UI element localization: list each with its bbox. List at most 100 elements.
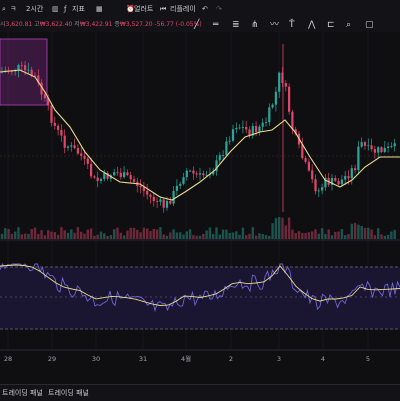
candle-body xyxy=(83,155,86,159)
volume-bar xyxy=(103,233,106,239)
volume-bar xyxy=(373,235,377,239)
brush-icon[interactable]: 〰 xyxy=(270,20,279,29)
volume-bar xyxy=(10,233,14,239)
volume-bar xyxy=(53,232,56,239)
volume-bar xyxy=(254,235,258,239)
volume-bar xyxy=(93,235,96,239)
volume-bar xyxy=(363,227,367,239)
candle-body xyxy=(53,122,56,126)
candle-body xyxy=(255,126,258,132)
volume-bar xyxy=(63,230,66,239)
volume-bar xyxy=(119,232,122,239)
volume-bar xyxy=(40,230,43,239)
volume-bar xyxy=(231,232,235,239)
indicators-icon[interactable]: ƒ xyxy=(64,3,66,15)
undo-icon[interactable]: ↶ xyxy=(202,3,208,15)
candle-body xyxy=(321,187,324,191)
timeframe-button[interactable]: 2시간 xyxy=(26,3,43,15)
candle-body xyxy=(288,86,291,112)
candle-body xyxy=(113,172,116,176)
candle-body xyxy=(73,145,76,149)
text-icon[interactable]: Ť xyxy=(288,19,295,29)
candle-body xyxy=(274,91,277,105)
pattern-icon[interactable]: ⋀ xyxy=(307,20,316,29)
candle-body xyxy=(284,82,287,87)
alert-button[interactable]: 얼러트 xyxy=(134,3,153,15)
volume-bar xyxy=(86,229,89,239)
candle-body xyxy=(86,158,89,164)
candle-body xyxy=(142,187,145,191)
replay-button[interactable]: 리플레이 xyxy=(170,3,196,15)
candle-body xyxy=(50,105,53,123)
zoom-icon[interactable]: ⌕ xyxy=(346,20,351,29)
fib-icon[interactable]: ≣ xyxy=(232,20,240,29)
horizontal-line-icon[interactable]: ═ xyxy=(212,20,219,29)
candle-body xyxy=(228,140,231,142)
volume-bar xyxy=(129,227,132,239)
candle-body xyxy=(70,145,73,147)
time-axis-label: 2 xyxy=(229,355,233,363)
candle-body xyxy=(317,190,320,192)
volume-bar xyxy=(264,235,268,239)
more-icon[interactable]: ▢ xyxy=(365,20,374,29)
volume-bar xyxy=(165,235,169,239)
candle-body xyxy=(337,180,340,185)
volume-bar xyxy=(182,234,185,239)
volume-bar xyxy=(73,232,76,239)
volume-bar xyxy=(268,235,271,239)
chart-type-icon[interactable]: ▥ xyxy=(52,3,59,15)
volume-bar xyxy=(109,235,113,239)
volume-bar xyxy=(132,227,136,239)
time-axis-label: 4월 xyxy=(181,354,191,363)
volume-bar xyxy=(281,217,284,239)
candle-body xyxy=(354,168,357,171)
candle-body xyxy=(314,179,317,192)
candle-body xyxy=(370,145,373,150)
candle-body xyxy=(99,178,103,182)
trading-panel-tab-left[interactable]: 트레이딩 패널 xyxy=(2,388,43,398)
volume-bar xyxy=(228,232,231,239)
replay-icon[interactable]: ⏮ xyxy=(160,3,166,15)
time-axis-label: 28 xyxy=(4,355,12,363)
volume-bar xyxy=(80,231,83,239)
volume-bar xyxy=(350,223,353,239)
layout-icon[interactable]: ▦ xyxy=(96,3,103,15)
volume-bar xyxy=(142,227,146,239)
trading-panel-tab-right[interactable]: 트레이딩 패널 xyxy=(48,388,89,398)
candle-body xyxy=(159,199,162,202)
ohlc-high: ₩3,622.40 xyxy=(39,21,73,28)
volume-bar xyxy=(294,233,297,239)
pitchfork-icon[interactable]: ⋔ xyxy=(251,20,259,29)
measure-icon[interactable]: ⊏ xyxy=(327,20,335,29)
volume-bar xyxy=(218,234,221,239)
chart-area[interactable]: 28 29 30 31 4월 2 3 4 5 xyxy=(0,32,400,384)
time-axis-label: 4 xyxy=(321,355,325,363)
candle-body xyxy=(357,146,360,171)
line-tool-icon[interactable]: ╱ xyxy=(193,18,200,29)
ticker-label[interactable]: ㅋ xyxy=(10,3,16,15)
volume-bar xyxy=(235,231,238,239)
symbol-search-icon[interactable]: ⌕ xyxy=(2,3,6,15)
candle-body xyxy=(116,172,119,173)
volume-bar xyxy=(202,233,205,239)
candle-body xyxy=(264,122,268,123)
volume-bar xyxy=(287,217,291,239)
volume-bar xyxy=(274,218,278,239)
volume-bar xyxy=(7,228,10,239)
redo-icon[interactable]: ↷ xyxy=(216,3,222,15)
volume-bar xyxy=(370,229,373,239)
candle-body xyxy=(57,125,60,130)
volume-bar xyxy=(367,227,370,239)
volume-bar xyxy=(50,231,53,239)
candle-body xyxy=(156,201,159,202)
indicators-button[interactable]: 지표 xyxy=(72,3,85,15)
candle-body xyxy=(172,190,175,204)
volume-bar xyxy=(383,235,386,239)
volume-bar xyxy=(317,233,320,239)
volume-bar xyxy=(311,231,314,239)
volume-bar xyxy=(377,228,380,239)
volume-bar xyxy=(320,228,324,239)
volume-bar xyxy=(56,234,60,239)
candle-body xyxy=(334,178,337,181)
candle-body xyxy=(195,173,198,175)
